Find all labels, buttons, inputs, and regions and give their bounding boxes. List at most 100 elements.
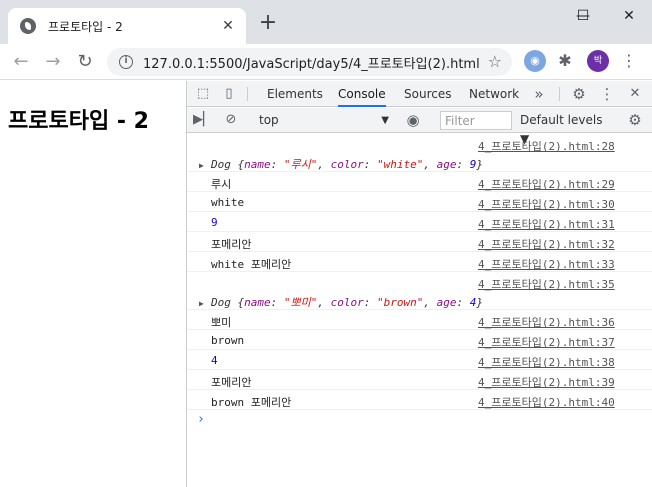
new-tab-button[interactable]: + (256, 12, 280, 36)
device-toolbar-icon[interactable]: ▯ (219, 84, 239, 104)
console-object-row: ▶ Dog {name: "뽀미", color: "brown", age: 4… (187, 272, 652, 310)
devtools-menu-icon[interactable]: ⋮ (597, 84, 617, 104)
bookmark-star-icon[interactable]: ☆ (488, 52, 502, 71)
context-selector[interactable]: top ▼ (253, 111, 393, 130)
object-suffix: } (476, 296, 483, 309)
console-message: 포메리안 (211, 238, 252, 251)
console-log-row: brown 4_프로토타입(2).html:37 (187, 330, 652, 350)
source-link[interactable]: 4_프로토타입(2).html:36 (478, 314, 615, 330)
chevron-down-icon: ▼ (381, 115, 389, 126)
object-prefix: Dog { (211, 158, 245, 171)
object-prefix: Dog { (211, 296, 245, 309)
devtools-panel: ⬚ ▯ Elements Console Sources Network » ⚙… (186, 81, 652, 487)
punctuation: : (270, 296, 284, 309)
sidebar-toggle-icon[interactable]: ▶▏ (193, 110, 213, 130)
object-k2: color (330, 158, 364, 171)
object-k1: name (244, 158, 271, 171)
punctuation: , (423, 296, 437, 309)
console-toolbar: ▶▏ ⊘ top ▼ ◉ Default levels ▼ ⚙ (187, 108, 652, 146)
source-link[interactable]: 4_프로토타입(2).html:33 (478, 256, 615, 272)
console-log-row: 포메리안 4_프로토타입(2).html:32 (187, 232, 652, 252)
punctuation: : (363, 296, 377, 309)
console-message[interactable]: ▶ Dog {name: "루시", color: "white", age: 9… (199, 156, 483, 172)
window-close-button[interactable]: ✕ (606, 4, 652, 28)
page-heading: 프로토타입 - 2 (8, 109, 149, 134)
expand-triangle-icon: ▶ (199, 299, 204, 308)
minimize-button-2[interactable] (514, 4, 560, 28)
console-message: brown 포메리안 (211, 396, 292, 409)
source-link[interactable]: 4_프로토타입(2).html:35 (478, 276, 615, 292)
console-object-row: ▶ Dog {name: "루시", color: "white", age: 9… (187, 134, 652, 172)
console-message: white 포메리안 (211, 258, 292, 271)
browser-menu-icon[interactable]: ⋮ (618, 50, 640, 72)
console-message: 4 (211, 354, 218, 367)
divider (559, 87, 560, 101)
source-link[interactable]: 4_프로토타입(2).html:28 (478, 138, 615, 154)
url-text[interactable]: 127.0.0.1:5500/JavaScript/day5/4_프로토타입(2… (143, 53, 480, 72)
console-log-row: 4 4_프로토타입(2).html:38 (187, 350, 652, 370)
tab-sources[interactable]: Sources (404, 81, 451, 107)
console-message: 루시 (211, 178, 232, 191)
forward-button[interactable]: → (41, 50, 65, 74)
console-prompt[interactable]: › (187, 410, 652, 430)
extension-icon[interactable]: ◉ (524, 50, 546, 72)
object-k3: age (436, 158, 457, 171)
source-link[interactable]: 4_프로토타입(2).html:37 (478, 334, 615, 350)
source-link[interactable]: 4_프로토타입(2).html:40 (478, 394, 615, 410)
prompt-chevron-icon: › (197, 412, 205, 427)
tab-network[interactable]: Network (469, 81, 519, 107)
divider (247, 87, 248, 101)
source-link[interactable]: 4_프로토타입(2).html:30 (478, 196, 615, 212)
profile-avatar[interactable]: 박 (587, 50, 609, 72)
console-log-row: brown 포메리안 4_프로토타입(2).html:40 (187, 390, 652, 410)
punctuation: , (317, 158, 331, 171)
back-button[interactable]: ← (9, 50, 33, 74)
console-message[interactable]: ▶ Dog {name: "뽀미", color: "brown", age: 4… (199, 294, 483, 310)
object-v1: "뽀미" (283, 296, 318, 309)
object-k2: color (330, 296, 364, 309)
object-v1: "루시" (283, 158, 318, 171)
object-suffix: } (476, 158, 483, 171)
maximize-button[interactable]: ☐ (560, 4, 606, 28)
filter-input[interactable] (440, 111, 512, 130)
extensions-puzzle-icon[interactable]: ✱ (554, 50, 576, 72)
browser-window: 프로토타입 - 2 ✕ + — ☐ ✕ ← → ↻ i 127.0.0.1:55… (0, 0, 652, 487)
punctuation: : (456, 158, 470, 171)
source-link[interactable]: 4_프로토타입(2).html:31 (478, 216, 615, 232)
address-bar[interactable]: i 127.0.0.1:5500/JavaScript/day5/4_프로토타입… (107, 48, 512, 76)
reload-button[interactable]: ↻ (73, 50, 97, 74)
tab-elements[interactable]: Elements (267, 81, 323, 107)
console-message: 포메리안 (211, 376, 252, 389)
source-link[interactable]: 4_프로토타입(2).html:29 (478, 176, 615, 192)
more-tabs-icon[interactable]: » (529, 84, 549, 104)
tab-console[interactable]: Console (338, 81, 386, 107)
source-link[interactable]: 4_프로토타입(2).html:39 (478, 374, 615, 390)
source-link[interactable]: 4_프로토타입(2).html:32 (478, 236, 615, 252)
console-log-row: 9 4_프로토타입(2).html:31 (187, 212, 652, 232)
site-info-icon[interactable]: i (119, 55, 133, 69)
console-message: brown (211, 334, 245, 347)
page-content: 프로토타입 - 2 (0, 81, 186, 487)
clear-console-icon[interactable]: ⊘ (221, 110, 241, 130)
tab-title: 프로토타입 - 2 (48, 19, 123, 34)
console-log-row: white 포메리안 4_프로토타입(2).html:33 (187, 252, 652, 272)
settings-gear-icon[interactable]: ⚙ (569, 84, 589, 104)
console-output: ▶ Dog {name: "루시", color: "white", age: 9… (187, 134, 652, 487)
punctuation: : (270, 158, 284, 171)
inspect-element-icon[interactable]: ⬚ (193, 84, 213, 104)
eye-icon[interactable]: ◉ (403, 110, 423, 130)
source-link[interactable]: 4_프로토타입(2).html:38 (478, 354, 615, 370)
object-k1: name (244, 296, 271, 309)
context-value: top (259, 113, 279, 127)
console-message: white (211, 196, 245, 209)
tab-close-icon[interactable]: ✕ (220, 18, 236, 34)
browser-tab[interactable]: 프로토타입 - 2 ✕ (8, 8, 246, 44)
object-v2: "white" (377, 158, 424, 171)
console-log-row: 포메리안 4_프로토타입(2).html:39 (187, 370, 652, 390)
punctuation: , (317, 296, 331, 309)
log-levels-dropdown[interactable]: Default levels ▼ (520, 111, 610, 146)
console-log-row: 뽀미 4_프로토타입(2).html:36 (187, 310, 652, 330)
console-log-row: white 4_프로토타입(2).html:30 (187, 192, 652, 212)
console-settings-icon[interactable]: ⚙ (625, 110, 645, 130)
devtools-close-icon[interactable]: ✕ (625, 84, 645, 104)
